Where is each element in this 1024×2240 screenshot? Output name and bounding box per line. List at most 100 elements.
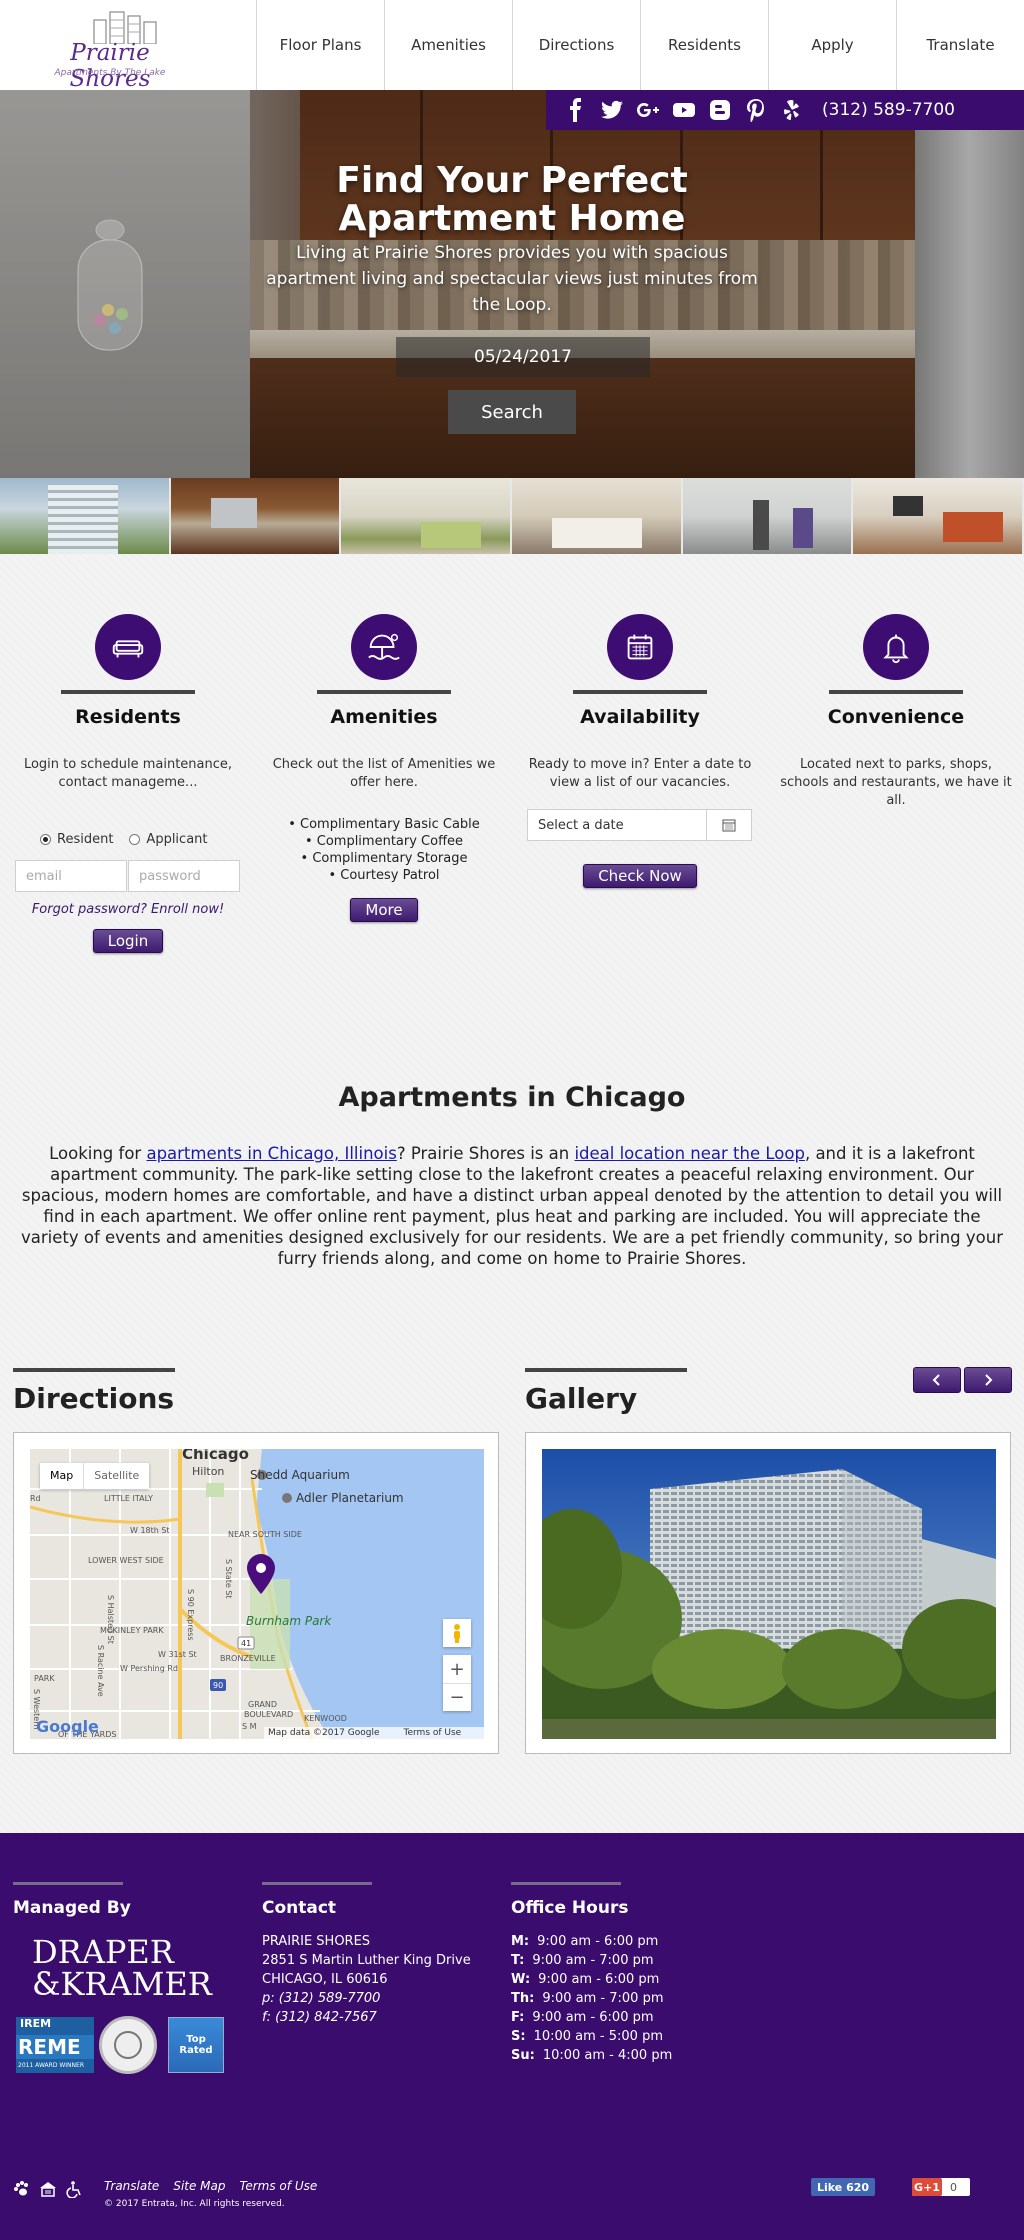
feature-convenience: Convenience Located next to parks, shops… bbox=[768, 614, 1024, 810]
nav-amenities[interactable]: Amenities bbox=[384, 0, 512, 90]
thumbnail-kitchen[interactable] bbox=[170, 478, 342, 554]
text: Looking for bbox=[49, 1144, 147, 1163]
directions-title: Directions bbox=[13, 1382, 175, 1415]
calendar-icon bbox=[607, 614, 673, 680]
list-item: • Complimentary Basic Cable bbox=[288, 817, 480, 832]
hours-row: F: 9:00 am - 6:00 pm bbox=[511, 2010, 654, 2025]
divider bbox=[525, 1368, 687, 1372]
contact-info: PRAIRIE SHORES 2851 S Martin Luther King… bbox=[262, 1932, 471, 2027]
list-item: • Complimentary Coffee bbox=[304, 834, 464, 849]
draper-kramer-logo[interactable]: DRAPER &KRAMER bbox=[32, 1936, 212, 2000]
google-plus-icon[interactable] bbox=[632, 90, 664, 130]
map-terms-link[interactable]: Terms of Use bbox=[404, 1728, 462, 1738]
nav-residents[interactable]: Residents bbox=[640, 0, 768, 90]
hours-row: T: 9:00 am - 7:00 pm bbox=[511, 1953, 654, 1968]
youtube-icon[interactable] bbox=[668, 90, 700, 130]
google-plus-button[interactable]: G+1 0 bbox=[912, 2178, 970, 2196]
contact-title: Contact bbox=[262, 1898, 337, 1918]
hero-title: Find Your Perfect Apartment Home bbox=[336, 160, 688, 239]
gallery-prev-button[interactable] bbox=[913, 1367, 961, 1393]
forgot-password-link[interactable]: Forgot password? Enroll now! bbox=[0, 902, 256, 917]
map[interactable]: Chicago Hilton Shedd Aquarium Adler Plan… bbox=[30, 1449, 484, 1739]
amenities-list: • Complimentary Basic Cable • Compliment… bbox=[256, 816, 512, 884]
thumbnail-lounge[interactable] bbox=[853, 478, 1024, 554]
logo[interactable]: Prairie Shores Apartments By The Lake bbox=[40, 10, 180, 92]
email-input[interactable]: email bbox=[15, 860, 127, 892]
hero-banner: Find Your Perfect Apartment Home Living … bbox=[0, 90, 1024, 478]
location-link[interactable]: ideal location near the Loop bbox=[574, 1144, 805, 1163]
phone-number[interactable]: (312) 589-7700 bbox=[822, 100, 955, 120]
hours-row: Th: 9:00 am - 7:00 pm bbox=[511, 1991, 664, 2006]
chicago-apartments-link[interactable]: apartments in Chicago, Illinois bbox=[146, 1144, 396, 1163]
blogger-icon[interactable] bbox=[704, 90, 736, 130]
divider bbox=[262, 1882, 372, 1885]
map-label-bronzeville: BRONZEVILLE bbox=[220, 1654, 276, 1663]
contact-phone[interactable]: p: (312) 589-7700 bbox=[262, 1989, 471, 2008]
directions-box: Chicago Hilton Shedd Aquarium Adler Plan… bbox=[13, 1432, 499, 1754]
map-tab[interactable]: Map bbox=[40, 1463, 83, 1489]
nav-translate[interactable]: Translate bbox=[896, 0, 1024, 90]
thumbnail-fitness[interactable] bbox=[682, 478, 854, 554]
badge-text: 2011 AWARD WINNER bbox=[16, 2059, 94, 2073]
radio-resident[interactable] bbox=[40, 834, 51, 845]
thumbnail-bedroom[interactable] bbox=[511, 478, 683, 554]
more-button[interactable]: More bbox=[350, 898, 418, 922]
contact-address: 2851 S Martin Luther King Drive bbox=[262, 1953, 471, 1968]
nav-floor-plans[interactable]: Floor Plans bbox=[256, 0, 384, 90]
list-item: • Complimentary Storage bbox=[300, 851, 468, 866]
map-label-halsted: S Halsted St bbox=[106, 1595, 115, 1644]
building-photo bbox=[542, 1449, 996, 1739]
check-now-button[interactable]: Check Now bbox=[583, 864, 697, 888]
login-button[interactable]: Login bbox=[92, 929, 164, 953]
office-hours-title: Office Hours bbox=[511, 1898, 629, 1918]
radio-applicant[interactable] bbox=[129, 834, 141, 845]
map-label-kenwood: KENWOOD bbox=[304, 1714, 347, 1723]
contact-city: CHICAGO, IL 60616 bbox=[262, 1972, 388, 1987]
footer-link-translate[interactable]: Translate bbox=[104, 2179, 159, 2193]
hours-row: W: 9:00 am - 6:00 pm bbox=[511, 1972, 660, 1987]
yelp-icon[interactable] bbox=[776, 90, 808, 130]
gallery-next-button[interactable] bbox=[964, 1367, 1012, 1393]
facebook-like-button[interactable]: Like 620 bbox=[811, 2178, 876, 2196]
calendar-button[interactable] bbox=[706, 809, 752, 841]
divider bbox=[61, 690, 195, 694]
footer-link-terms[interactable]: Terms of Use bbox=[240, 2179, 318, 2193]
hero-date-input[interactable]: 05/24/2017 bbox=[396, 337, 650, 377]
feature-desc: Login to schedule maintenance, contact m… bbox=[23, 757, 233, 790]
map-label-shedd: Shedd Aquarium bbox=[250, 1468, 350, 1482]
gplus-count: 0 bbox=[950, 2180, 957, 2194]
login-type-radios: Resident Applicant bbox=[40, 832, 208, 847]
nav-apply[interactable]: Apply bbox=[768, 0, 896, 90]
nav-directions[interactable]: Directions bbox=[512, 0, 640, 90]
zoom-out-button[interactable]: − bbox=[443, 1683, 471, 1711]
facebook-icon[interactable] bbox=[560, 90, 592, 130]
password-input[interactable]: password bbox=[128, 860, 240, 892]
select-date-input[interactable]: Select a date bbox=[527, 809, 707, 841]
apartments-description: Looking for apartments in Chicago, Illin… bbox=[14, 1143, 1010, 1269]
pinterest-icon[interactable] bbox=[740, 90, 772, 130]
satellite-tab[interactable]: Satellite bbox=[83, 1463, 149, 1489]
footer-link-site-map[interactable]: Site Map bbox=[173, 2179, 225, 2193]
bell-icon bbox=[863, 614, 929, 680]
irem-badge: IREM REME 2011 AWARD WINNER bbox=[16, 2017, 94, 2073]
top-rated-badge: Top Rated bbox=[168, 2017, 224, 2073]
gallery-image[interactable] bbox=[542, 1449, 996, 1739]
zoom-controls: + − bbox=[443, 1655, 471, 1711]
logo-text: DRAPER bbox=[32, 1933, 174, 1971]
map-label-lower-west: LOWER WEST SIDE bbox=[88, 1556, 164, 1565]
hero-search-button[interactable]: Search bbox=[448, 390, 576, 434]
map-label-grand-blvd: BOULEVARD bbox=[244, 1710, 293, 1719]
logo-name: Prairie Shores bbox=[69, 40, 151, 92]
hours-row: S: 10:00 am - 5:00 pm bbox=[511, 2029, 663, 2044]
fb-like-label: Like 620 bbox=[817, 2180, 870, 2194]
managed-by-title: Managed By bbox=[13, 1898, 131, 1918]
thumbnail-exterior[interactable] bbox=[0, 478, 171, 554]
thumbnail-living-room[interactable] bbox=[341, 478, 512, 554]
divider bbox=[13, 1368, 175, 1372]
zoom-in-button[interactable]: + bbox=[443, 1655, 471, 1683]
map-pin-icon[interactable] bbox=[246, 1554, 276, 1594]
pegman-icon[interactable] bbox=[443, 1619, 471, 1647]
twitter-icon[interactable] bbox=[596, 90, 628, 130]
map-label-pershing: W Pershing Rd bbox=[120, 1664, 178, 1673]
gallery-box bbox=[525, 1432, 1011, 1754]
